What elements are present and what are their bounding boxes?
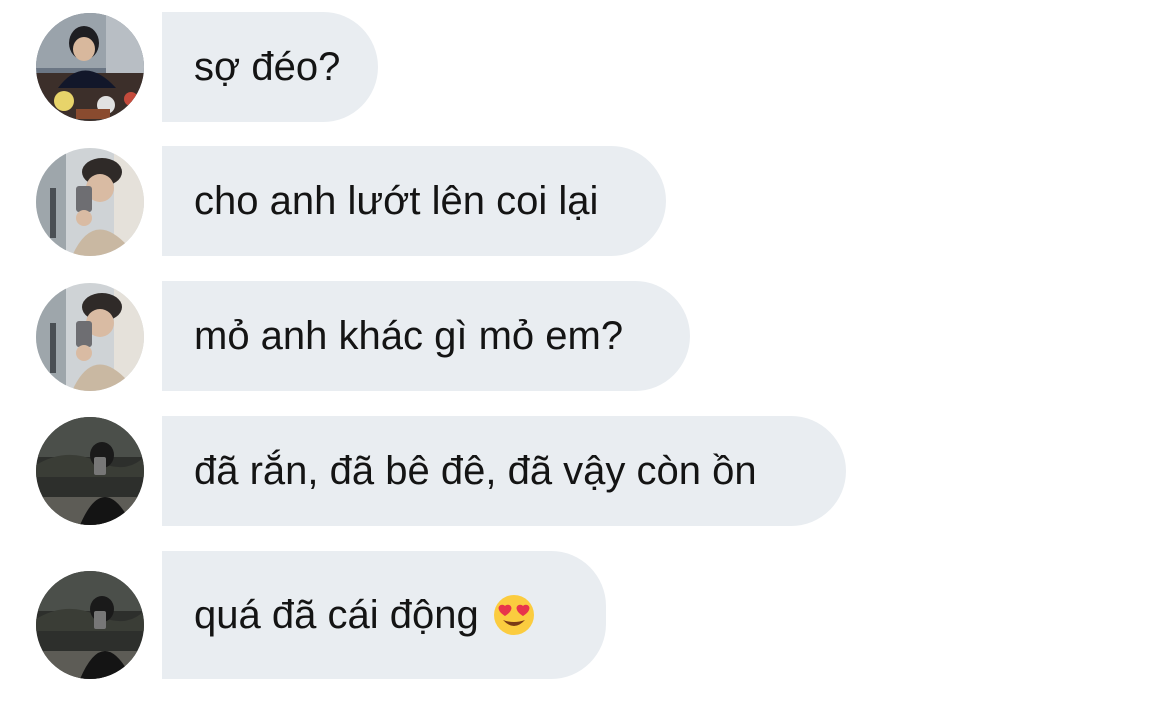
heart-eyes-emoji-icon	[493, 594, 535, 636]
avatar[interactable]	[36, 13, 144, 121]
avatar-mirror-selfie-icon	[36, 283, 144, 391]
message-bubble[interactable]: quá đã cái động	[162, 551, 606, 679]
avatar[interactable]	[36, 571, 144, 679]
avatar-dark-selfie-icon	[36, 417, 144, 525]
message-bubble[interactable]: đã rắn, đã bê đê, đã vậy còn ồn	[162, 416, 846, 526]
avatar[interactable]	[36, 148, 144, 256]
message-text: mỏ anh khác gì mỏ em?	[194, 313, 624, 358]
message-text: sợ đéo?	[194, 44, 341, 89]
message-bubble[interactable]: mỏ anh khác gì mỏ em?	[162, 281, 690, 391]
avatar[interactable]	[36, 417, 144, 525]
avatar-eating-icon	[36, 13, 144, 121]
avatar-dark-selfie-icon	[36, 571, 144, 679]
message-bubble[interactable]: sợ đéo?	[162, 12, 378, 122]
avatar[interactable]	[36, 283, 144, 391]
message-bubble[interactable]: cho anh lướt lên coi lại	[162, 146, 666, 256]
avatar-mirror-selfie-icon	[36, 148, 144, 256]
message-text: đã rắn, đã bê đê, đã vậy còn ồn	[194, 448, 757, 493]
message-text: cho anh lướt lên coi lại	[194, 178, 599, 223]
message-text: quá đã cái động	[194, 592, 479, 637]
